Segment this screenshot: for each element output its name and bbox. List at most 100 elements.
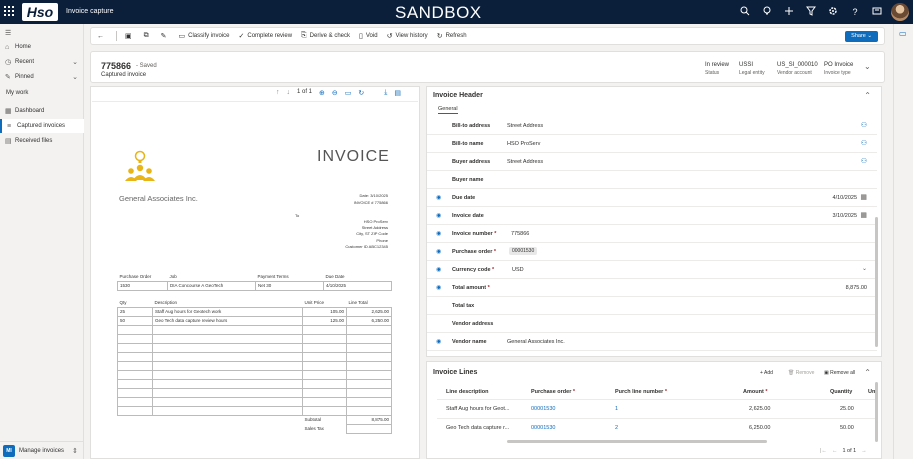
vertical-scrollbar[interactable] [875, 382, 878, 442]
edit-button[interactable]: ✎ [161, 32, 170, 40]
cell-purchase-order[interactable]: 00001530 [531, 425, 555, 431]
app-title[interactable]: Invoice capture [66, 8, 113, 15]
field-total-tax[interactable]: Total tax [427, 297, 877, 315]
chat-icon[interactable] [871, 6, 883, 18]
eye-icon[interactable]: ◉ [436, 194, 441, 201]
calendar-icon[interactable]: ▦ [860, 211, 867, 219]
table-cell: 25 [117, 306, 153, 317]
field-buyer-name[interactable]: Buyer name [427, 171, 877, 189]
cell-purch-line-number[interactable]: 1 [615, 406, 618, 412]
field-value[interactable]: 775866 [511, 231, 529, 237]
calendar-icon[interactable]: ▦ [860, 193, 867, 201]
cell-purchase-order[interactable]: 00001530 [531, 406, 555, 412]
label-text: Invoice number [452, 231, 493, 237]
arrow-down-icon[interactable]: ↓ [287, 89, 291, 97]
field-invoice-date[interactable]: ◉ Invoice date 3/10/2025 ▦ [427, 207, 877, 225]
print-icon[interactable]: ▤ [394, 89, 401, 97]
field-value[interactable]: 3/10/2025 [833, 213, 857, 219]
search-icon[interactable] [739, 6, 751, 18]
save-button[interactable]: ▣ [125, 32, 135, 40]
eye-icon[interactable]: ◉ [436, 212, 441, 219]
add-line-button[interactable]: + Add [760, 370, 773, 376]
zoom-in-icon[interactable]: ⊕ [319, 89, 325, 97]
chevron-down-icon[interactable]: ⌄ [862, 265, 867, 272]
eye-icon[interactable]: ◉ [436, 230, 441, 237]
app-launcher-icon[interactable] [4, 6, 14, 16]
field-invoice-number[interactable]: ◉ Invoice number * 775866 [427, 225, 877, 243]
nav-item-home[interactable]: ⌂ Home [0, 40, 84, 54]
user-avatar[interactable] [891, 3, 909, 21]
eye-icon[interactable]: ◉ [436, 338, 441, 345]
arrow-up-icon[interactable]: ↑ [276, 89, 280, 97]
field-value[interactable]: General Associates Inc. [507, 339, 565, 345]
share-button[interactable]: Share ⌄ [845, 31, 878, 42]
first-page-icon[interactable]: |← [820, 448, 827, 454]
field-buyer-address[interactable]: Buyer address Street Address ⚇ [427, 153, 877, 171]
nav-collapse-button[interactable]: ☰ [0, 26, 84, 40]
plus-icon[interactable] [783, 6, 795, 18]
nav-item-captured-invoices[interactable]: ≡ Captured invoices [0, 119, 84, 133]
nav-item-recent[interactable]: ◷ Recent ⌄ [0, 55, 84, 69]
person-lookup-icon[interactable]: ⚇ [861, 121, 867, 129]
refresh-button[interactable]: ↻ Refresh [437, 32, 467, 40]
table-row [117, 351, 392, 362]
column-header-line-description[interactable]: Line description [446, 389, 488, 395]
filter-icon[interactable] [805, 6, 817, 18]
eye-icon[interactable]: ◉ [436, 266, 441, 273]
field-bill-to-name[interactable]: Bill-to name HSO ProServ ⚇ [427, 135, 877, 153]
field-value[interactable]: Street Address [507, 159, 543, 165]
derive-check-button[interactable]: ⎘ Derive & check [301, 32, 350, 40]
help-icon[interactable]: ? [849, 6, 861, 18]
fit-page-icon[interactable]: ▭ [345, 89, 352, 97]
column-header-quantity[interactable]: Quantity [830, 389, 852, 395]
nav-item-pinned[interactable]: ✎ Pinned ⌄ [0, 70, 84, 84]
open-new-window-button[interactable]: ⧉ [144, 32, 152, 40]
lightbulb-icon[interactable] [761, 6, 773, 18]
column-header-purch-line-number[interactable]: Purch line number * [615, 389, 667, 395]
field-value[interactable]: HSO ProServ [507, 141, 540, 147]
field-total-amount[interactable]: ◉ Total amount * 8,875.00 [427, 279, 877, 297]
label-text: Purchase order [452, 249, 493, 255]
remove-all-lines-button[interactable]: ▣ Remove all [824, 370, 855, 376]
eye-icon[interactable]: ◉ [436, 284, 441, 291]
field-value[interactable]: 4/10/2025 [833, 195, 857, 201]
expand-header-icon[interactable]: ⌄ [864, 62, 871, 71]
chat-bubble-icon[interactable]: ▭ [899, 29, 907, 38]
column-header-purchase-order[interactable]: Purchase order * [531, 389, 575, 395]
rotate-icon[interactable]: ↻ [358, 89, 364, 97]
nav-item-received-files[interactable]: ▤ Received files [0, 134, 84, 148]
person-lookup-icon[interactable]: ⚇ [861, 139, 867, 147]
void-button[interactable]: ▯ Void [359, 32, 378, 40]
next-page-icon[interactable]: → [861, 448, 867, 454]
remove-line-button[interactable]: 🗑 Remove [788, 370, 814, 376]
cell-purch-line-number[interactable]: 2 [615, 425, 618, 431]
chevron-up-icon[interactable]: ⌃ [864, 91, 871, 100]
person-lookup-icon[interactable]: ⚇ [861, 157, 867, 165]
field-due-date[interactable]: ◉ Due date 4/10/2025 ▦ [427, 189, 877, 207]
field-value[interactable]: USD [512, 267, 524, 273]
zoom-out-icon[interactable]: ⊖ [332, 89, 338, 97]
complete-review-button[interactable]: ✓ Complete review [238, 32, 292, 40]
eye-icon[interactable]: ◉ [436, 248, 441, 255]
column-header-amount[interactable]: Amount * [743, 389, 767, 395]
classify-invoice-button[interactable]: ▭ Classify invoice [179, 32, 230, 40]
field-vendor-name[interactable]: ◉ Vendor name General Associates Inc. [427, 333, 877, 351]
field-value[interactable]: Street Address [507, 123, 543, 129]
nav-item-dashboard[interactable]: ▦ Dashboard [0, 104, 84, 118]
field-currency-code[interactable]: ◉ Currency code * USD ⌄ [427, 261, 877, 279]
chevron-up-icon[interactable]: ⌃ [864, 368, 871, 377]
purchase-order-tag[interactable]: 00001530 [509, 247, 538, 255]
field-purchase-order[interactable]: ◉ Purchase order * 00001530 [427, 243, 877, 261]
field-bill-to-address[interactable]: Bill-to address Street Address ⚇ [427, 117, 877, 135]
view-history-button[interactable]: ↺ View history [387, 32, 428, 40]
settings-icon[interactable] [827, 6, 839, 18]
field-value[interactable]: 8,875.00 [846, 285, 867, 291]
horizontal-scrollbar[interactable] [507, 440, 767, 443]
vertical-scrollbar[interactable] [875, 217, 878, 347]
download-icon[interactable]: ⤓ [384, 89, 387, 97]
back-button[interactable]: ← [97, 33, 107, 40]
field-vendor-address[interactable]: Vendor address [427, 315, 877, 333]
area-switcher[interactable]: MI Manage invoices ⇕ [0, 441, 84, 459]
prev-page-icon[interactable]: ← [832, 448, 838, 454]
tab-general[interactable]: General [438, 106, 458, 114]
